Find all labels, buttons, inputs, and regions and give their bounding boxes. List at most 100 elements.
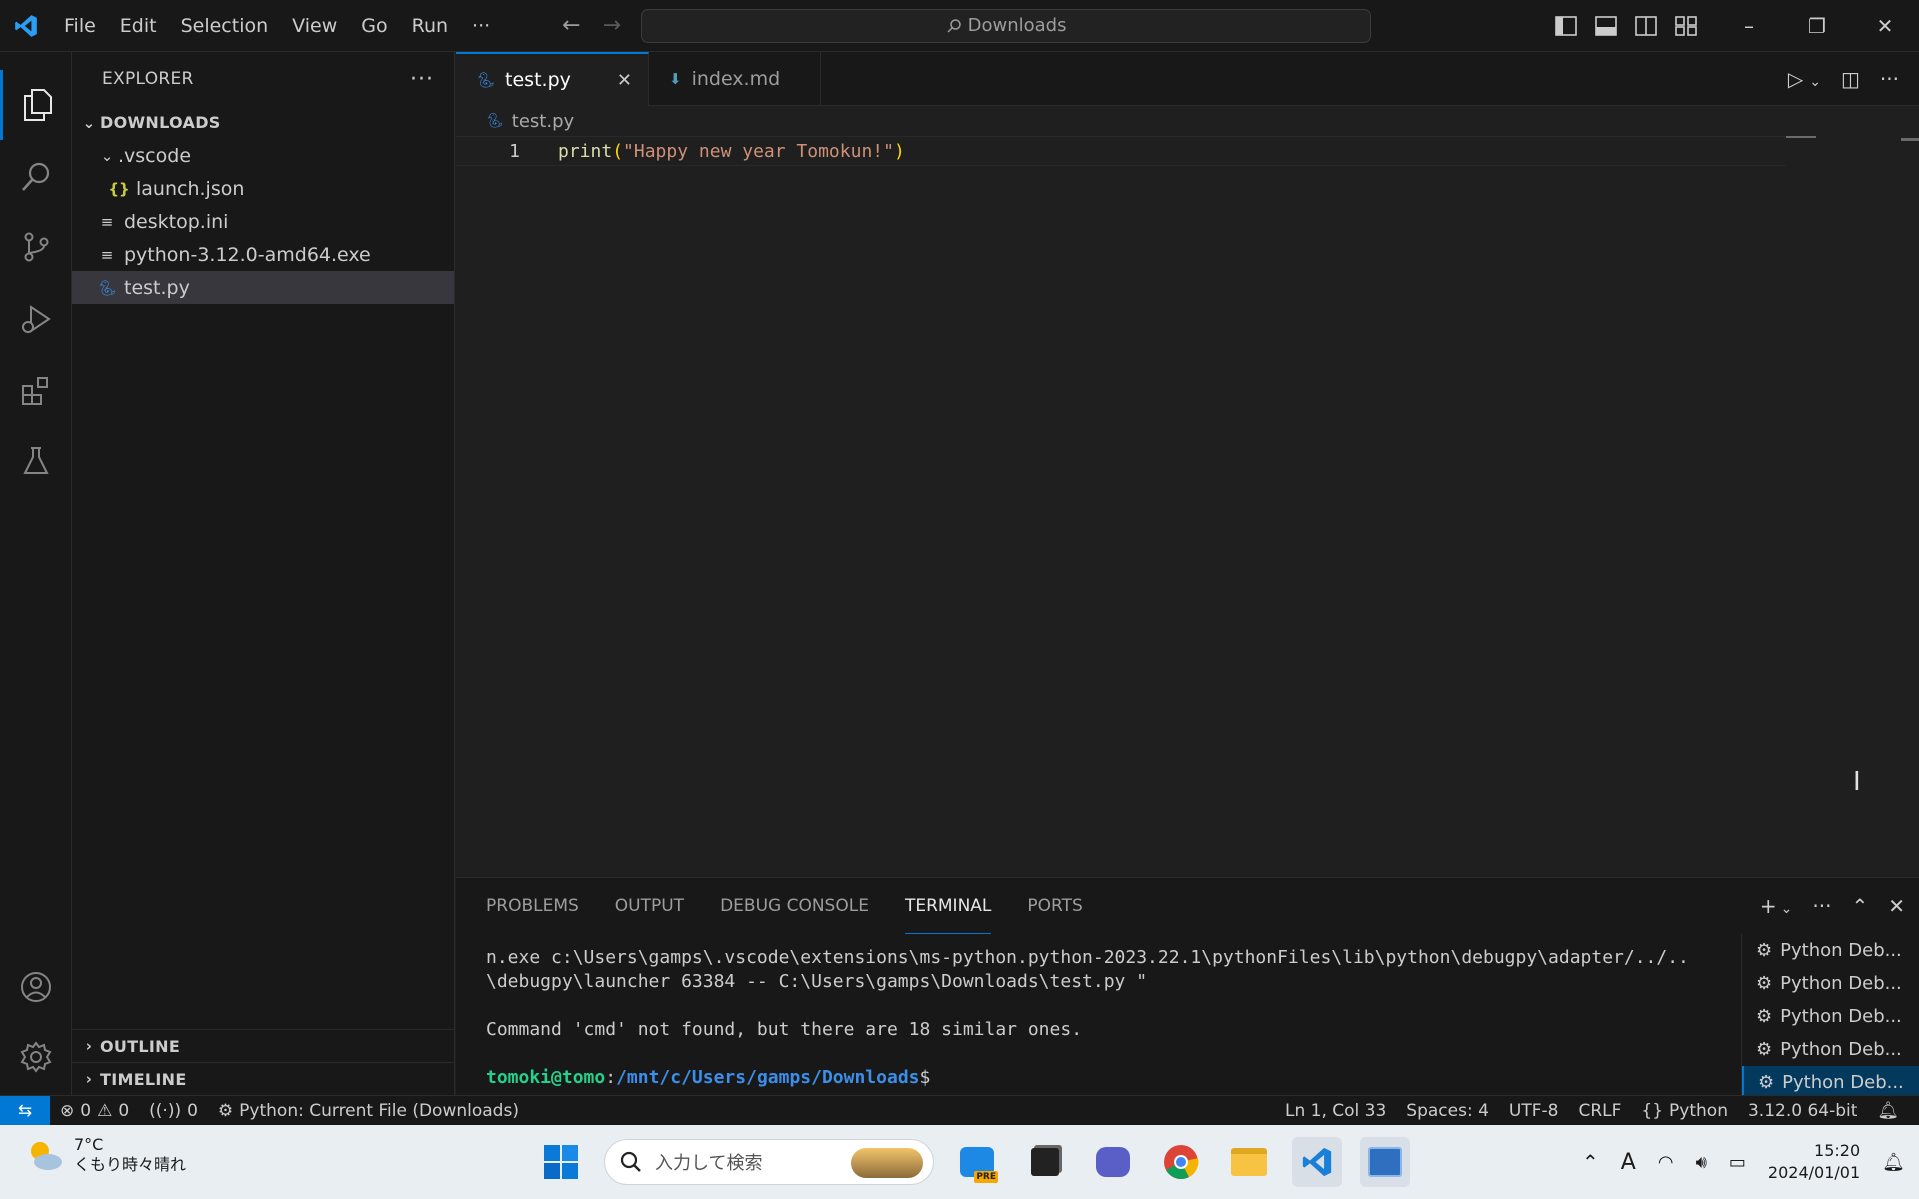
remote-indicator-icon[interactable]: ⇆ [0, 1095, 50, 1126]
maximize-panel-icon[interactable]: ⌃ [1851, 894, 1868, 918]
run-and-debug-icon[interactable] [0, 284, 72, 354]
folder-root-label: DOWNLOADS [100, 113, 221, 132]
folder-root-downloads[interactable]: ⌄ DOWNLOADS [72, 106, 454, 139]
teams-chat-icon[interactable] [1088, 1137, 1138, 1187]
tree-item-test-py[interactable]: 🐍︎ test.py [72, 271, 454, 304]
encoding[interactable]: UTF-8 [1499, 1101, 1569, 1121]
timeline-section[interactable]: › TIMELINE [72, 1062, 455, 1095]
customize-layout-icon[interactable] [1675, 16, 1697, 36]
terminal-instance[interactable]: ⚙︎ Python Deb... [1742, 967, 1919, 1000]
tree-item-python-exe[interactable]: ≡ python-3.12.0-amd64.exe [72, 238, 454, 271]
snipping-tool-icon[interactable] [1360, 1137, 1410, 1187]
python-interpreter[interactable]: 3.12.0 64-bit [1738, 1101, 1867, 1121]
vscode-taskbar-icon[interactable] [1292, 1137, 1342, 1187]
tree-item-vscode-folder[interactable]: ⌄ .vscode [72, 139, 454, 172]
taskbar-search[interactable]: 入力して検索 [604, 1139, 934, 1185]
command-center-search[interactable]: Downloads [641, 8, 1372, 43]
menu-selection[interactable]: Selection [169, 0, 281, 52]
problems-status[interactable]: ⊗ 0 ⚠︎ 0 [50, 1101, 139, 1121]
layout-controls [1555, 0, 1697, 52]
explorer-icon[interactable] [0, 70, 72, 140]
chevron-right-icon: › [85, 1070, 93, 1088]
explorer-title: EXPLORER [102, 69, 194, 89]
menu-go[interactable]: Go [349, 0, 399, 52]
vscode-logo-icon [0, 0, 52, 52]
menu-run[interactable]: Run [400, 0, 460, 52]
close-panel-icon[interactable]: ✕ [1888, 894, 1905, 918]
search-placeholder: 入力して検索 [655, 1153, 763, 1174]
new-terminal-icon[interactable]: + ⌄ [1760, 894, 1793, 918]
tab-output[interactable]: OUTPUT [615, 878, 684, 934]
ports-status[interactable]: ((·)) 0 [139, 1101, 208, 1121]
restore-icon[interactable]: ❐ [1783, 0, 1851, 52]
toggle-panel-icon[interactable] [1595, 16, 1617, 36]
menu-edit[interactable]: Edit [108, 0, 169, 52]
toggle-secondary-sidebar-icon[interactable] [1635, 16, 1657, 36]
code-line[interactable]: 1 print("Happy new year Tomokun!") [456, 136, 1786, 166]
file-stack-app-icon[interactable] [1020, 1137, 1070, 1187]
ime-mode-icon[interactable]: A [1621, 1150, 1636, 1175]
chevron-up-icon[interactable]: ⌃ [1582, 1150, 1599, 1174]
tree-item-launch-json[interactable]: {} launch.json [72, 172, 454, 205]
source-control-icon[interactable] [0, 212, 72, 282]
language-mode[interactable]: {} Python [1631, 1101, 1738, 1121]
scrollbar-marker[interactable] [1901, 138, 1919, 141]
tree-item-label: desktop.ini [124, 210, 229, 233]
extensions-icon[interactable] [0, 356, 72, 426]
tab-index-md[interactable]: ⬇ index.md [649, 52, 822, 106]
menu-view[interactable]: View [280, 0, 349, 52]
tree-item-desktop-ini[interactable]: ≡ desktop.ini [72, 205, 454, 238]
close-icon[interactable]: ✕ [617, 70, 632, 91]
battery-icon[interactable]: ▭ [1729, 1152, 1746, 1173]
indentation[interactable]: Spaces: 4 [1396, 1101, 1499, 1121]
tab-ports[interactable]: PORTS [1027, 878, 1082, 934]
terminal-instance[interactable]: ⚙︎ Python Deb... [1742, 1033, 1919, 1066]
end-of-line[interactable]: CRLF [1568, 1101, 1631, 1121]
split-editor-icon[interactable]: ◫ [1841, 67, 1860, 91]
menu-file[interactable]: File [52, 0, 108, 52]
manage-gear-icon[interactable] [0, 1022, 72, 1092]
volume-icon[interactable]: 🔊︎ [1696, 1152, 1707, 1173]
tab-test-py[interactable]: 🐍︎ test.py ✕ [456, 52, 649, 106]
tab-debug-console[interactable]: DEBUG CONSOLE [720, 878, 869, 934]
minimap[interactable] [1786, 136, 1816, 138]
more-actions-icon[interactable]: ··· [1880, 67, 1899, 91]
chrome-icon[interactable] [1156, 1137, 1206, 1187]
breadcrumb-item[interactable]: test.py [512, 111, 574, 132]
menu-more[interactable]: ··· [460, 0, 502, 52]
terminal-output[interactable]: n.exe c:\Users\gamps\.vscode\extensions\… [486, 946, 1689, 1090]
terminal-instance[interactable]: ⚙︎ Python Deb... [1742, 934, 1919, 967]
code-paren-token: ( [612, 140, 624, 162]
accounts-icon[interactable] [0, 952, 72, 1022]
terminal-line: Command 'cmd' not found, but there are 1… [486, 1019, 1083, 1040]
notifications-bell-icon[interactable]: 🔔︎ [1867, 1101, 1909, 1121]
testing-flask-icon[interactable] [0, 426, 72, 496]
clock[interactable]: 15:20 2024/01/01 [1768, 1140, 1860, 1184]
onedrive-preview-app-icon[interactable]: PRE [952, 1137, 1002, 1187]
python-file-icon: 🐍︎ [476, 71, 496, 89]
close-window-icon[interactable]: ✕ [1851, 0, 1919, 52]
weather-widget[interactable]: 7°C くもり時々晴れ [26, 1135, 186, 1175]
debug-gear-icon: ⚙︎ [1756, 940, 1773, 961]
run-python-file-icon[interactable]: ▷ ⌄ [1788, 67, 1821, 91]
back-arrow-icon[interactable]: ← [562, 13, 580, 38]
terminal-instance[interactable]: ⚙︎ Python Deb... [1742, 1000, 1919, 1033]
debug-config-status[interactable]: ⚙︎ Python: Current File (Downloads) [208, 1101, 529, 1121]
file-explorer-icon[interactable] [1224, 1137, 1274, 1187]
windows-start-icon[interactable] [536, 1137, 586, 1187]
more-actions-icon[interactable]: ··· [1812, 894, 1831, 918]
outline-section[interactable]: › OUTLINE [72, 1029, 455, 1062]
cursor-position[interactable]: Ln 1, Col 33 [1275, 1101, 1396, 1121]
tab-terminal[interactable]: TERMINAL [904, 878, 992, 934]
minimize-icon[interactable]: – [1715, 0, 1783, 52]
wifi-icon[interactable]: ◠ [1658, 1152, 1674, 1173]
tab-problems[interactable]: PROBLEMS [486, 878, 579, 934]
explorer-sidebar: EXPLORER ··· ⌄ DOWNLOADS ⌄ .vscode {} la… [72, 52, 455, 1095]
more-actions-icon[interactable]: ··· [410, 67, 434, 92]
prompt-end: $ [919, 1067, 931, 1088]
editor-actions: ▷ ⌄ ◫ ··· [1788, 52, 1899, 106]
search-icon[interactable] [0, 142, 72, 212]
notification-center-icon[interactable]: 🔔︎ [1882, 1152, 1905, 1173]
toggle-primary-sidebar-icon[interactable] [1555, 16, 1577, 36]
forward-arrow-icon[interactable]: → [603, 13, 621, 38]
